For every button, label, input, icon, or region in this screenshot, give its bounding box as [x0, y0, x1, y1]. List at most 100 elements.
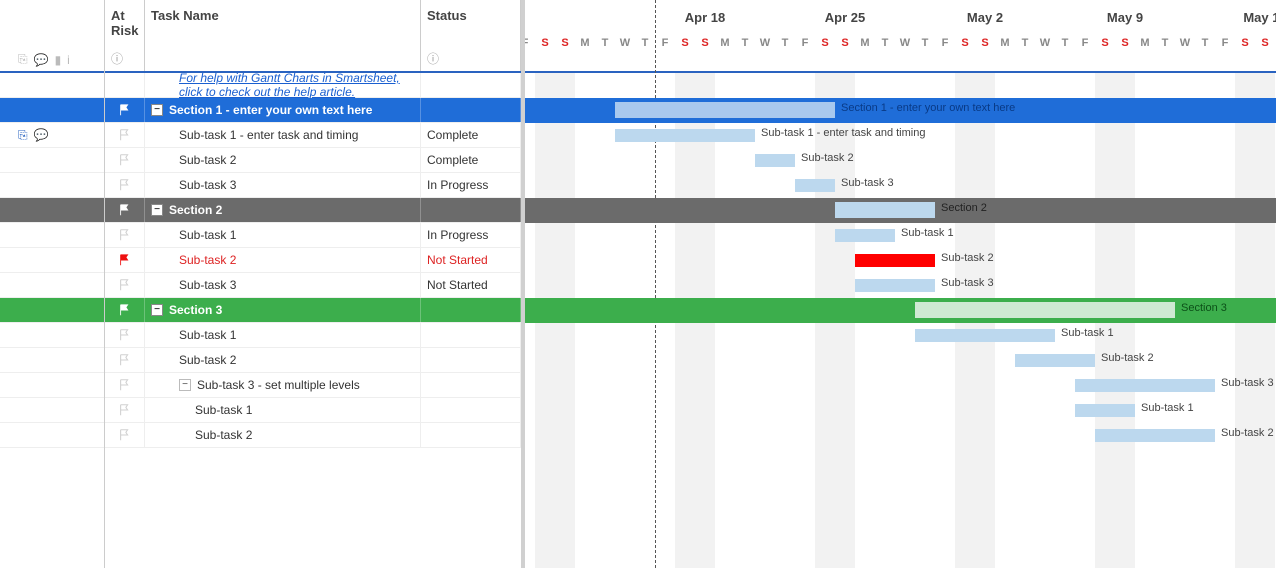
- cell-status[interactable]: [421, 323, 521, 347]
- gutter-row[interactable]: [0, 348, 104, 373]
- cell-task-name[interactable]: −Section 3: [145, 298, 421, 322]
- gutter-row[interactable]: [0, 148, 104, 173]
- task-bar[interactable]: [1095, 429, 1215, 442]
- task-bar[interactable]: [855, 254, 935, 267]
- col-header-task-name[interactable]: Task Name: [145, 0, 421, 71]
- task-row[interactable]: Sub-task 2Complete: [105, 148, 521, 173]
- task-row[interactable]: Sub-task 1: [105, 323, 521, 348]
- section-row[interactable]: −Section 2: [105, 198, 521, 223]
- cell-at-risk[interactable]: [105, 98, 145, 122]
- section-row[interactable]: −Section 1 - enter your own text here: [105, 98, 521, 123]
- section-row[interactable]: −Section 3: [105, 298, 521, 323]
- task-row[interactable]: Sub-task 2: [105, 348, 521, 373]
- cell-task-name[interactable]: Sub-task 2: [145, 148, 421, 172]
- cell-at-risk[interactable]: [105, 248, 145, 272]
- flag-icon[interactable]: [118, 378, 132, 392]
- task-row[interactable]: Sub-task 2Not Started: [105, 248, 521, 273]
- gutter-row[interactable]: [0, 223, 104, 248]
- task-bar[interactable]: [1075, 379, 1215, 392]
- collapse-toggle[interactable]: −: [151, 304, 163, 316]
- cell-status[interactable]: [421, 73, 521, 97]
- cell-status[interactable]: Complete: [421, 123, 521, 147]
- task-row[interactable]: For help with Gantt Charts in Smartsheet…: [105, 73, 521, 98]
- comment-icon[interactable]: 💬: [34, 128, 49, 142]
- flag-icon[interactable]: [118, 328, 132, 342]
- cell-status[interactable]: [421, 348, 521, 372]
- task-row[interactable]: −Sub-task 3 - set multiple levels: [105, 373, 521, 398]
- task-row[interactable]: Sub-task 1 - enter task and timingComple…: [105, 123, 521, 148]
- flag-icon[interactable]: [118, 153, 132, 167]
- task-bar[interactable]: [795, 179, 835, 192]
- cell-task-name[interactable]: −Sub-task 3 - set multiple levels: [145, 373, 421, 397]
- task-row[interactable]: Sub-task 3In Progress: [105, 173, 521, 198]
- flag-icon[interactable]: [118, 403, 132, 417]
- cell-at-risk[interactable]: [105, 298, 145, 322]
- cell-task-name[interactable]: Sub-task 3: [145, 273, 421, 297]
- cell-task-name[interactable]: Sub-task 1 - enter task and timing: [145, 123, 421, 147]
- flag-icon[interactable]: [118, 278, 132, 292]
- cell-task-name[interactable]: −Section 2: [145, 198, 421, 222]
- gantt-panel[interactable]: Apr 18Apr 25May 2May 9May 16 FSSMTWTFSSM…: [525, 0, 1276, 568]
- task-row[interactable]: Sub-task 3Not Started: [105, 273, 521, 298]
- cell-task-name[interactable]: Sub-task 1: [145, 323, 421, 347]
- cell-status[interactable]: Not Started: [421, 273, 521, 297]
- task-bar[interactable]: [1075, 404, 1135, 417]
- cell-at-risk[interactable]: [105, 423, 145, 447]
- cell-status[interactable]: [421, 423, 521, 447]
- cell-status[interactable]: [421, 398, 521, 422]
- flag-icon[interactable]: [118, 428, 132, 442]
- gutter-row[interactable]: [0, 198, 104, 223]
- col-header-at-risk[interactable]: At Risk ⓘ: [105, 0, 145, 71]
- task-bar[interactable]: [855, 279, 935, 292]
- flag-icon[interactable]: [118, 128, 132, 142]
- gutter-row[interactable]: ⎘💬: [0, 123, 104, 148]
- gutter-row[interactable]: [0, 423, 104, 448]
- cell-task-name[interactable]: Sub-task 2: [145, 348, 421, 372]
- cell-status[interactable]: In Progress: [421, 173, 521, 197]
- cell-task-name[interactable]: Sub-task 3: [145, 173, 421, 197]
- cell-task-name[interactable]: Sub-task 1: [145, 223, 421, 247]
- cell-at-risk[interactable]: [105, 223, 145, 247]
- cell-status[interactable]: [421, 373, 521, 397]
- task-row[interactable]: Sub-task 1: [105, 398, 521, 423]
- task-bar[interactable]: [615, 129, 755, 142]
- flag-icon[interactable]: [118, 253, 132, 267]
- gutter-row[interactable]: [0, 273, 104, 298]
- cell-at-risk[interactable]: [105, 173, 145, 197]
- cell-at-risk[interactable]: [105, 348, 145, 372]
- gutter-row[interactable]: [0, 398, 104, 423]
- cell-at-risk[interactable]: [105, 73, 145, 97]
- cell-status[interactable]: [421, 298, 521, 322]
- gutter-row[interactable]: [0, 98, 104, 123]
- flag-icon[interactable]: [118, 353, 132, 367]
- task-bar[interactable]: [755, 154, 795, 167]
- gutter-row[interactable]: [0, 373, 104, 398]
- collapse-toggle[interactable]: −: [179, 379, 191, 391]
- cell-at-risk[interactable]: [105, 398, 145, 422]
- task-bar[interactable]: [1015, 354, 1095, 367]
- cell-status[interactable]: Not Started: [421, 248, 521, 272]
- cell-status[interactable]: [421, 98, 521, 122]
- cell-status[interactable]: In Progress: [421, 223, 521, 247]
- gutter-row[interactable]: [0, 298, 104, 323]
- task-row[interactable]: Sub-task 2: [105, 423, 521, 448]
- help-link[interactable]: For help with Gantt Charts in Smartsheet…: [151, 73, 420, 99]
- collapse-toggle[interactable]: −: [151, 204, 163, 216]
- cell-task-name[interactable]: Sub-task 2: [145, 423, 421, 447]
- cell-at-risk[interactable]: [105, 148, 145, 172]
- cell-status[interactable]: [421, 198, 521, 222]
- cell-task-name[interactable]: −Section 1 - enter your own text here: [145, 98, 421, 122]
- cell-task-name[interactable]: For help with Gantt Charts in Smartsheet…: [145, 73, 421, 97]
- cell-task-name[interactable]: Sub-task 2: [145, 248, 421, 272]
- task-bar[interactable]: [835, 229, 895, 242]
- cell-at-risk[interactable]: [105, 273, 145, 297]
- section-bar[interactable]: [915, 302, 1175, 318]
- cell-at-risk[interactable]: [105, 198, 145, 222]
- section-bar[interactable]: [615, 102, 835, 118]
- section-bar[interactable]: [835, 202, 935, 218]
- flag-icon[interactable]: [118, 228, 132, 242]
- cell-status[interactable]: Complete: [421, 148, 521, 172]
- task-row[interactable]: Sub-task 1In Progress: [105, 223, 521, 248]
- cell-task-name[interactable]: Sub-task 1: [145, 398, 421, 422]
- flag-icon[interactable]: [118, 178, 132, 192]
